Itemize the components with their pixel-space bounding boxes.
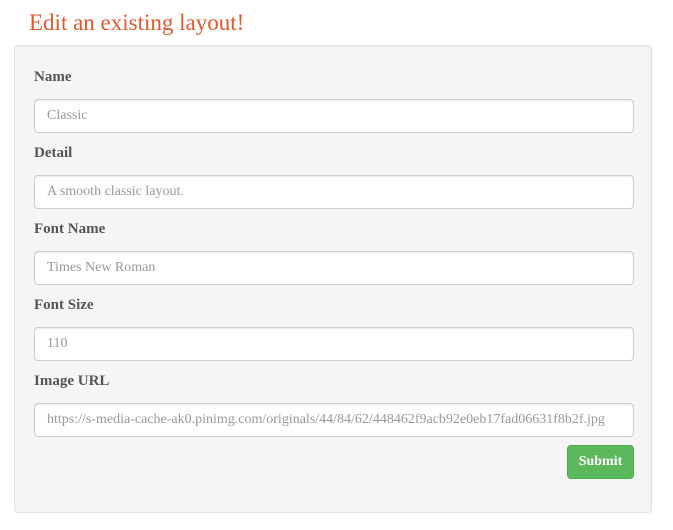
font-size-input[interactable]: [34, 327, 634, 361]
font-name-label: Font Name: [34, 221, 106, 237]
detail-input[interactable]: [34, 175, 634, 209]
font-size-label: Font Size: [34, 297, 94, 313]
font-name-field-group: Font Name: [34, 220, 634, 285]
image-url-field-group: Image URL: [34, 372, 634, 437]
page-title: Edit an existing layout!: [29, 10, 245, 35]
font-size-field-group: Font Size: [34, 296, 634, 361]
detail-field-group: Detail: [34, 144, 634, 209]
name-field-group: Name: [34, 68, 634, 133]
submit-button[interactable]: Submit: [567, 445, 634, 479]
name-label: Name: [34, 69, 72, 85]
image-url-input[interactable]: [34, 403, 634, 437]
font-name-input[interactable]: [34, 251, 634, 285]
edit-layout-form: Name Detail Font Name Font Size Image UR…: [14, 45, 652, 513]
image-url-label: Image URL: [34, 373, 110, 389]
detail-label: Detail: [34, 145, 73, 161]
name-input[interactable]: [34, 99, 634, 133]
